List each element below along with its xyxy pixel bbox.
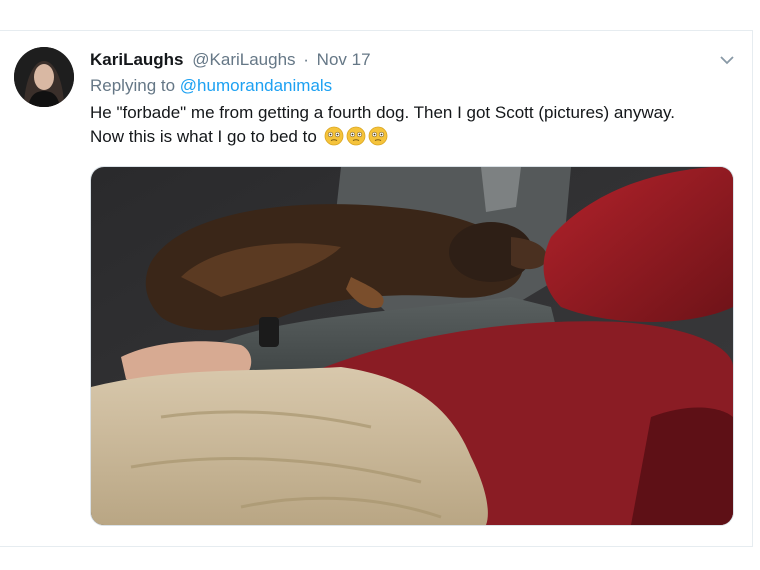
replying-prefix: Replying to	[90, 76, 176, 95]
replying-to-line: Replying to @humorandanimals	[90, 75, 332, 97]
flushed-face-icon	[368, 126, 387, 146]
chevron-down-icon[interactable]	[718, 51, 736, 69]
tweet-header: KariLaughs @KariLaughs · Nov 17	[90, 49, 712, 71]
display-name[interactable]: KariLaughs	[90, 50, 184, 69]
flushed-face-icon	[346, 126, 365, 146]
tweet-text: He "forbade" me from getting a fourth do…	[90, 101, 710, 149]
replying-to-mention[interactable]: @humorandanimals	[180, 76, 332, 95]
tweet-date[interactable]: Nov 17	[317, 50, 371, 69]
user-handle[interactable]: @KariLaughs	[192, 50, 295, 69]
flushed-face-icon	[324, 126, 343, 146]
tweet-photo[interactable]	[90, 166, 734, 526]
tweet-card[interactable]: KariLaughs @KariLaughs · Nov 17 Replying…	[0, 30, 753, 547]
separator-dot: ·	[303, 50, 309, 69]
avatar-photo	[14, 47, 74, 107]
avatar[interactable]	[14, 47, 74, 107]
sleeping-dog-photo	[91, 167, 733, 525]
